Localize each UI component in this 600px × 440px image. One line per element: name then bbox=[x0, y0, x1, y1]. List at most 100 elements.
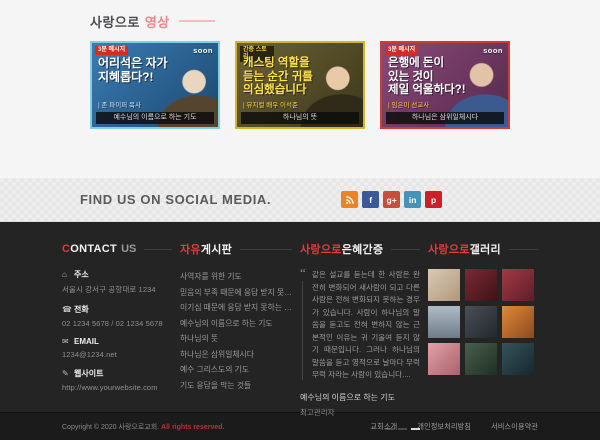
contact-row-website: ✎웹사이트 http://www.yourwebsite.com bbox=[62, 368, 172, 392]
contact-row-phone: ☎전화 02 1234 5678 / 02 1234 5678 bbox=[62, 304, 172, 328]
series-badge: 3분 메시지 bbox=[385, 46, 418, 55]
testimony-author: 최고관리자 bbox=[300, 407, 420, 418]
contact-label: EMAIL bbox=[74, 337, 99, 346]
board-item[interactable]: 이기심 때문에 응답 받지 못하는 기도 bbox=[180, 300, 292, 316]
video-title: 은행에 돈이 있는 것이 제일 억울하다?! bbox=[388, 57, 466, 98]
video-title-line: 있는 것이 bbox=[388, 71, 466, 85]
board-item[interactable]: 믿음의 부족 때문에 응답 받지 못하는... bbox=[180, 285, 292, 301]
gallery-column: 사랑으로갤러리 bbox=[428, 242, 538, 430]
contact-value[interactable]: 1234@1234.net bbox=[62, 350, 172, 359]
board-heading-rest: 게시판 bbox=[201, 241, 232, 257]
video-title-line: 듣는 순간 귀를 bbox=[243, 71, 313, 85]
copyright-accent: All rights reserved. bbox=[159, 424, 224, 431]
video-title-line: 지혜롭다?! bbox=[98, 71, 168, 85]
video-card-list: 3분 메시지 soon 어리석은 자가 지혜롭다?! | 존 파이퍼 목사 예수… bbox=[90, 41, 600, 129]
contact-value[interactable]: http://www.yourwebsite.com bbox=[62, 383, 172, 392]
facebook-icon[interactable]: f bbox=[362, 191, 379, 208]
gallery-grid bbox=[428, 269, 538, 375]
footer: CONTACT US ⌂주소 서울시 강서구 공항대로 1234 ☎전화 02 … bbox=[0, 222, 600, 412]
board-item[interactable]: 예수님의 이름으로 하는 기도 bbox=[180, 316, 292, 332]
heading-divider bbox=[391, 249, 420, 250]
pinterest-icon[interactable]: p bbox=[425, 191, 442, 208]
link-icon: ✎ bbox=[62, 369, 74, 378]
page: 사랑으로 영상 3분 메시지 soon 어리석은 자가 지혜롭다?! | 존 파… bbox=[0, 0, 600, 440]
contact-value: 02 1234 5678 / 02 1234 5678 bbox=[62, 319, 172, 328]
video-card-2[interactable]: 간증 스토리 캐스팅 역할을 듣는 순간 귀를 의심했습니다 | 뮤지컬 배우 … bbox=[235, 41, 365, 129]
videos-heading: 사랑으로 영상 bbox=[90, 12, 600, 30]
gallery-heading-rest: 갤러리 bbox=[470, 241, 501, 257]
copyright-text: Copyright © 2020 사랑으로교회. bbox=[62, 424, 159, 431]
contact-row-address: ⌂주소 서울시 강서구 공항대로 1234 bbox=[62, 269, 172, 295]
contact-heading: CONTACT US bbox=[62, 242, 172, 256]
board-heading: 자유게시판 bbox=[180, 242, 292, 256]
board-item[interactable]: 예수 그리스도의 기도 bbox=[180, 362, 292, 378]
videos-heading-accent: 영상 bbox=[145, 12, 170, 31]
video-speaker: | 존 파이퍼 목사 bbox=[98, 99, 141, 109]
board-item[interactable]: 기도 응답을 막는 것들 bbox=[180, 378, 292, 394]
gallery-photo[interactable] bbox=[428, 343, 460, 375]
link-church-intro[interactable]: 교회소개 bbox=[370, 422, 397, 432]
copyright: Copyright © 2020 사랑으로교회. All rights rese… bbox=[62, 422, 224, 432]
board-item[interactable]: 하나님의 뜻 bbox=[180, 331, 292, 347]
contact-heading-sub: US bbox=[121, 243, 136, 255]
series-badge: 3분 메시지 bbox=[95, 46, 128, 55]
video-speaker: | 임은미 선교사 bbox=[388, 99, 429, 109]
home-icon: ⌂ bbox=[62, 270, 74, 279]
gallery-photo[interactable] bbox=[465, 343, 497, 375]
gallery-photo[interactable] bbox=[465, 306, 497, 338]
heading-divider bbox=[509, 249, 538, 250]
video-title-line: 어리석은 자가 bbox=[98, 57, 168, 71]
social-heading: FIND US ON SOCIAL MEDIA. bbox=[80, 192, 271, 207]
video-title: 캐스팅 역할을 듣는 순간 귀를 의심했습니다 bbox=[243, 57, 313, 98]
video-speaker: | 뮤지컬 배우 이석준 bbox=[243, 99, 298, 109]
video-caption: 하나님은 삼위일체시다 bbox=[386, 112, 504, 124]
gallery-photo[interactable] bbox=[502, 306, 534, 338]
video-title-line: 은행에 돈이 bbox=[388, 57, 466, 71]
social-band: FIND US ON SOCIAL MEDIA. f g+ in p bbox=[0, 178, 600, 222]
gallery-photo[interactable] bbox=[465, 269, 497, 301]
mail-icon: ✉ bbox=[62, 337, 74, 346]
gallery-heading-accent: 사랑으로 bbox=[428, 241, 470, 257]
gallery-photo[interactable] bbox=[428, 269, 460, 301]
video-caption: 예수님의 이름으로 하는 기도 bbox=[96, 112, 214, 124]
rss-glyph bbox=[345, 195, 355, 205]
video-card-1[interactable]: 3분 메시지 soon 어리석은 자가 지혜롭다?! | 존 파이퍼 목사 예수… bbox=[90, 41, 220, 129]
link-privacy-policy[interactable]: 개인정보처리방침 bbox=[417, 422, 471, 432]
board-item[interactable]: 하나님은 삼위일체시다 bbox=[180, 347, 292, 363]
video-title-line: 캐스팅 역할을 bbox=[243, 57, 313, 71]
contact-label: 주소 bbox=[74, 269, 89, 280]
video-title: 어리석은 자가 지혜롭다?! bbox=[98, 57, 168, 84]
contact-column: CONTACT US ⌂주소 서울시 강서구 공항대로 1234 ☎전화 02 … bbox=[62, 242, 172, 430]
contact-label: 전화 bbox=[74, 304, 89, 315]
video-title-line: 제일 억울하다?! bbox=[388, 84, 466, 98]
heading-divider bbox=[144, 249, 172, 250]
testimony-heading: 사랑으로 은혜간증 bbox=[300, 242, 420, 256]
video-caption: 하나님의 뜻 bbox=[241, 112, 359, 124]
contact-heading-rest: ONTACT bbox=[70, 243, 117, 255]
linkedin-icon[interactable]: in bbox=[404, 191, 421, 208]
link-terms-of-service[interactable]: 서비스이용약관 bbox=[491, 422, 538, 432]
videos-heading-main: 사랑으로 bbox=[90, 12, 140, 31]
legal-links: 교회소개 개인정보처리방침 서비스이용약관 bbox=[350, 422, 538, 432]
testimony-column: 사랑으로 은혜간증 같은 설교를 듣는데 한 사람은 완전히 변화되어 새사람이… bbox=[300, 242, 420, 430]
rss-icon[interactable] bbox=[341, 191, 358, 208]
video-card-3[interactable]: 3분 메시지 soon 은행에 돈이 있는 것이 제일 억울하다?! | 임은미… bbox=[380, 41, 510, 129]
gallery-heading: 사랑으로갤러리 bbox=[428, 242, 538, 256]
board-heading-accent: 자유 bbox=[180, 241, 201, 257]
testimony-quote: 같은 설교를 듣는데 한 사람은 완전히 변화되어 새사람이 되고 다른 사람은… bbox=[300, 269, 420, 382]
gallery-photo[interactable] bbox=[502, 343, 534, 375]
phone-icon: ☎ bbox=[62, 305, 74, 314]
testimony-post-title[interactable]: 예수님의 이름으로 하는 기도 bbox=[300, 392, 420, 403]
contact-label: 웹사이트 bbox=[74, 368, 103, 379]
channel-logo: soon bbox=[483, 46, 503, 55]
contact-heading-accent: C bbox=[62, 243, 70, 255]
contact-value: 서울시 강서구 공항대로 1234 bbox=[62, 284, 172, 295]
video-title-line: 의심했습니다 bbox=[243, 84, 313, 98]
google-plus-icon[interactable]: g+ bbox=[383, 191, 400, 208]
board-item[interactable]: 사역자를 위한 기도 bbox=[180, 269, 292, 285]
contact-row-email: ✉EMAIL 1234@1234.net bbox=[62, 337, 172, 359]
gallery-photo[interactable] bbox=[502, 269, 534, 301]
testimony-heading-rest: 은혜간증 bbox=[342, 241, 384, 257]
testimony-heading-accent: 사랑으로 bbox=[300, 241, 342, 257]
gallery-photo[interactable] bbox=[428, 306, 460, 338]
